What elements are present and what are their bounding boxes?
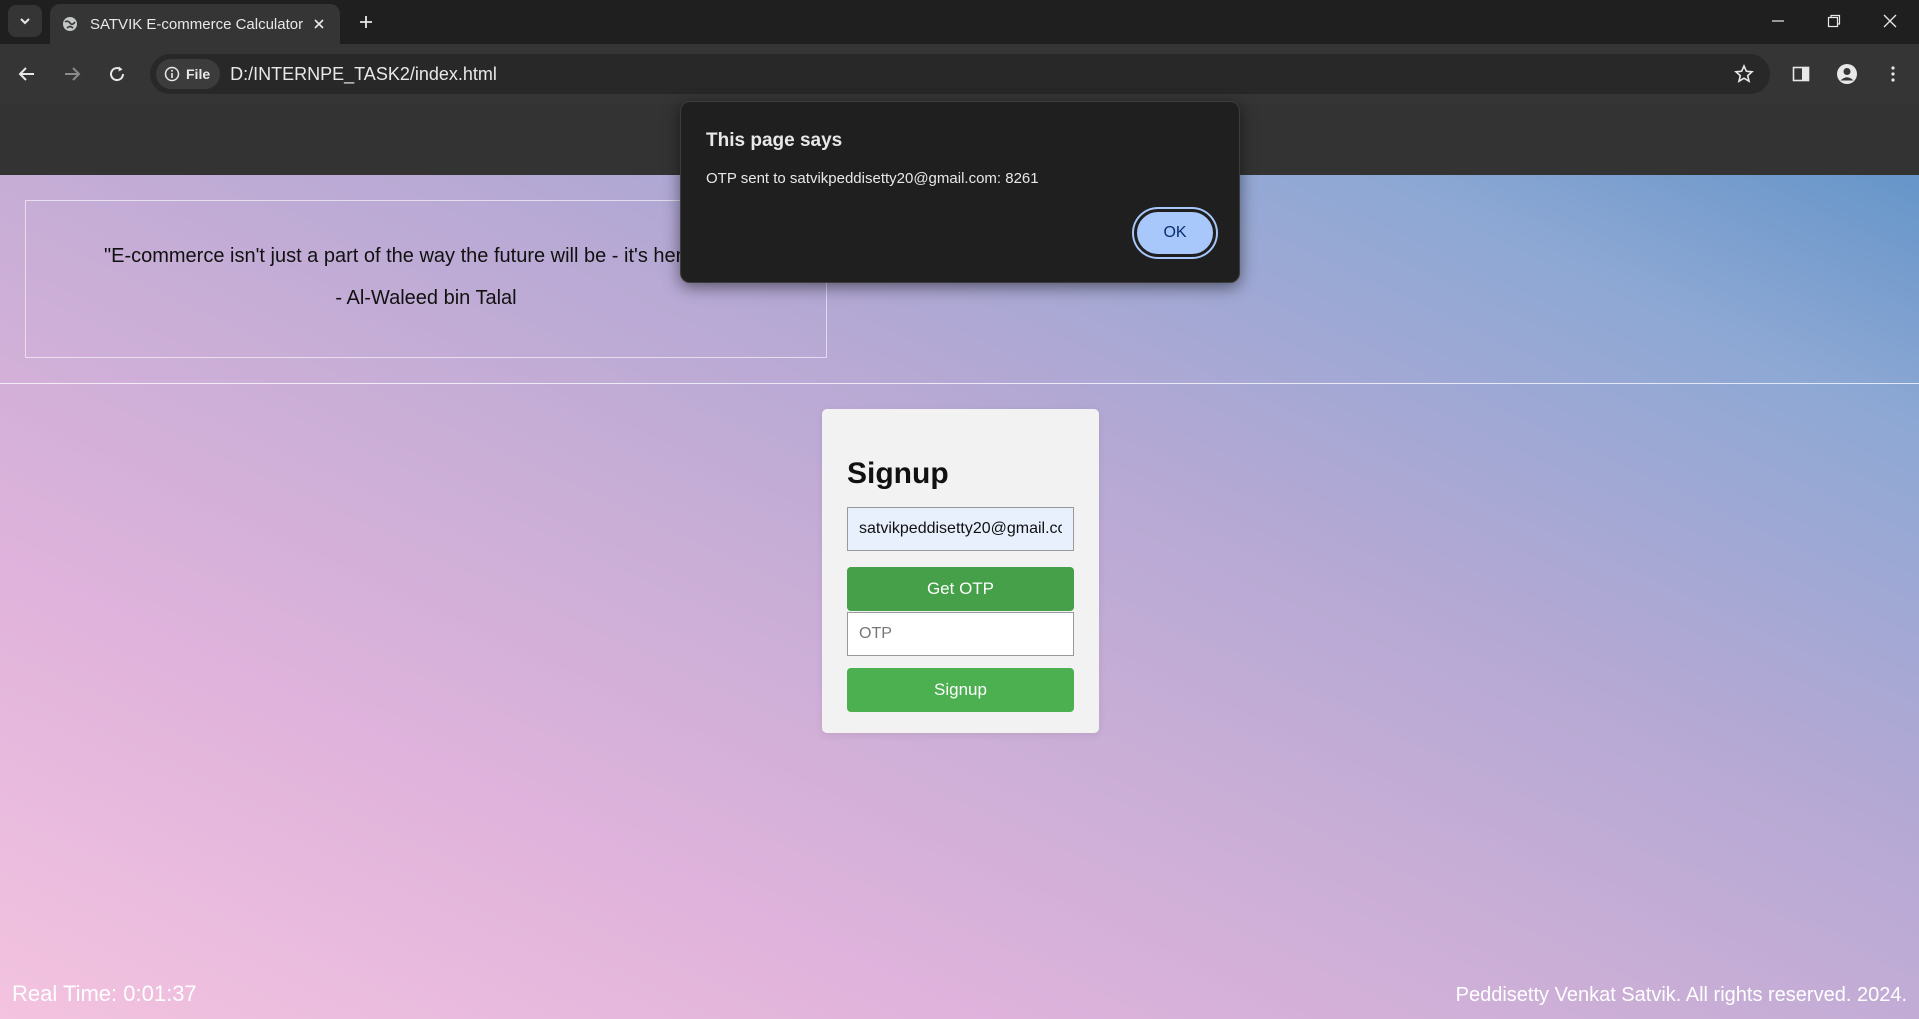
signup-title: Signup [847,457,949,490]
address-bar[interactable]: File D:/INTERNPE_TASK2/index.html [150,54,1770,94]
back-button[interactable] [9,56,45,92]
alert-dialog: This page says OTP sent to satvikpeddise… [680,101,1240,283]
site-info-chip[interactable]: File [156,59,221,89]
url-text[interactable]: D:/INTERNPE_TASK2/index.html [230,64,1726,85]
email-field[interactable] [847,507,1074,551]
avatar-icon [1837,64,1857,84]
browser-toolbar: File D:/INTERNPE_TASK2/index.html [0,44,1919,104]
copyright-text: Peddisetty Venkat Satvik. All rights res… [1455,984,1907,1006]
star-icon [1734,64,1754,83]
signup-button[interactable]: Signup [847,668,1074,712]
minimize-button[interactable] [1750,0,1806,42]
real-time-clock: Real Time: 0:01:37 [12,981,197,1006]
info-icon [164,66,180,82]
dialog-message: OTP sent to satvikpeddisetty20@gmail.com… [706,170,1039,187]
divider [0,383,1919,384]
ok-button[interactable]: OK [1134,209,1216,257]
plus-icon [360,16,372,28]
restore-button[interactable] [1806,0,1862,42]
close-window-button[interactable] [1862,0,1918,42]
tab-title: SATVIK E-commerce Calculator [90,15,304,33]
site-info-label: File [186,66,211,82]
quote-text: "E-commerce isn't just a part of the way… [104,245,707,267]
restore-icon [1827,14,1841,28]
arrow-right-icon [65,67,81,81]
profile-button[interactable] [1829,56,1865,92]
get-otp-button[interactable]: Get OTP [847,567,1074,611]
side-panel-button[interactable] [1783,56,1819,92]
tab-strip: SATVIK E-commerce Calculator [0,0,1919,44]
browser-tab[interactable]: SATVIK E-commerce Calculator [50,4,340,44]
quote-author: - Al-Waleed bin Talal [335,287,517,309]
otp-input[interactable] [847,612,1074,656]
close-tab-icon[interactable] [308,13,330,35]
more-vert-icon [1891,66,1895,82]
new-tab-button[interactable] [352,8,380,36]
close-icon [1883,14,1897,28]
signup-card: Signup Get OTP Signup [822,409,1099,733]
globe-icon [63,17,77,31]
bookmark-star-button[interactable] [1726,56,1762,92]
dialog-title: This page says [706,130,843,151]
side-panel-icon [1792,66,1810,82]
menu-button[interactable] [1875,56,1911,92]
reload-button[interactable] [99,56,135,92]
forward-button[interactable] [54,56,90,92]
reload-icon [110,66,125,82]
chevron-down-icon [20,18,30,25]
tab-search-button[interactable] [8,5,42,37]
minimize-icon [1772,20,1784,22]
arrow-left-icon [18,67,34,81]
